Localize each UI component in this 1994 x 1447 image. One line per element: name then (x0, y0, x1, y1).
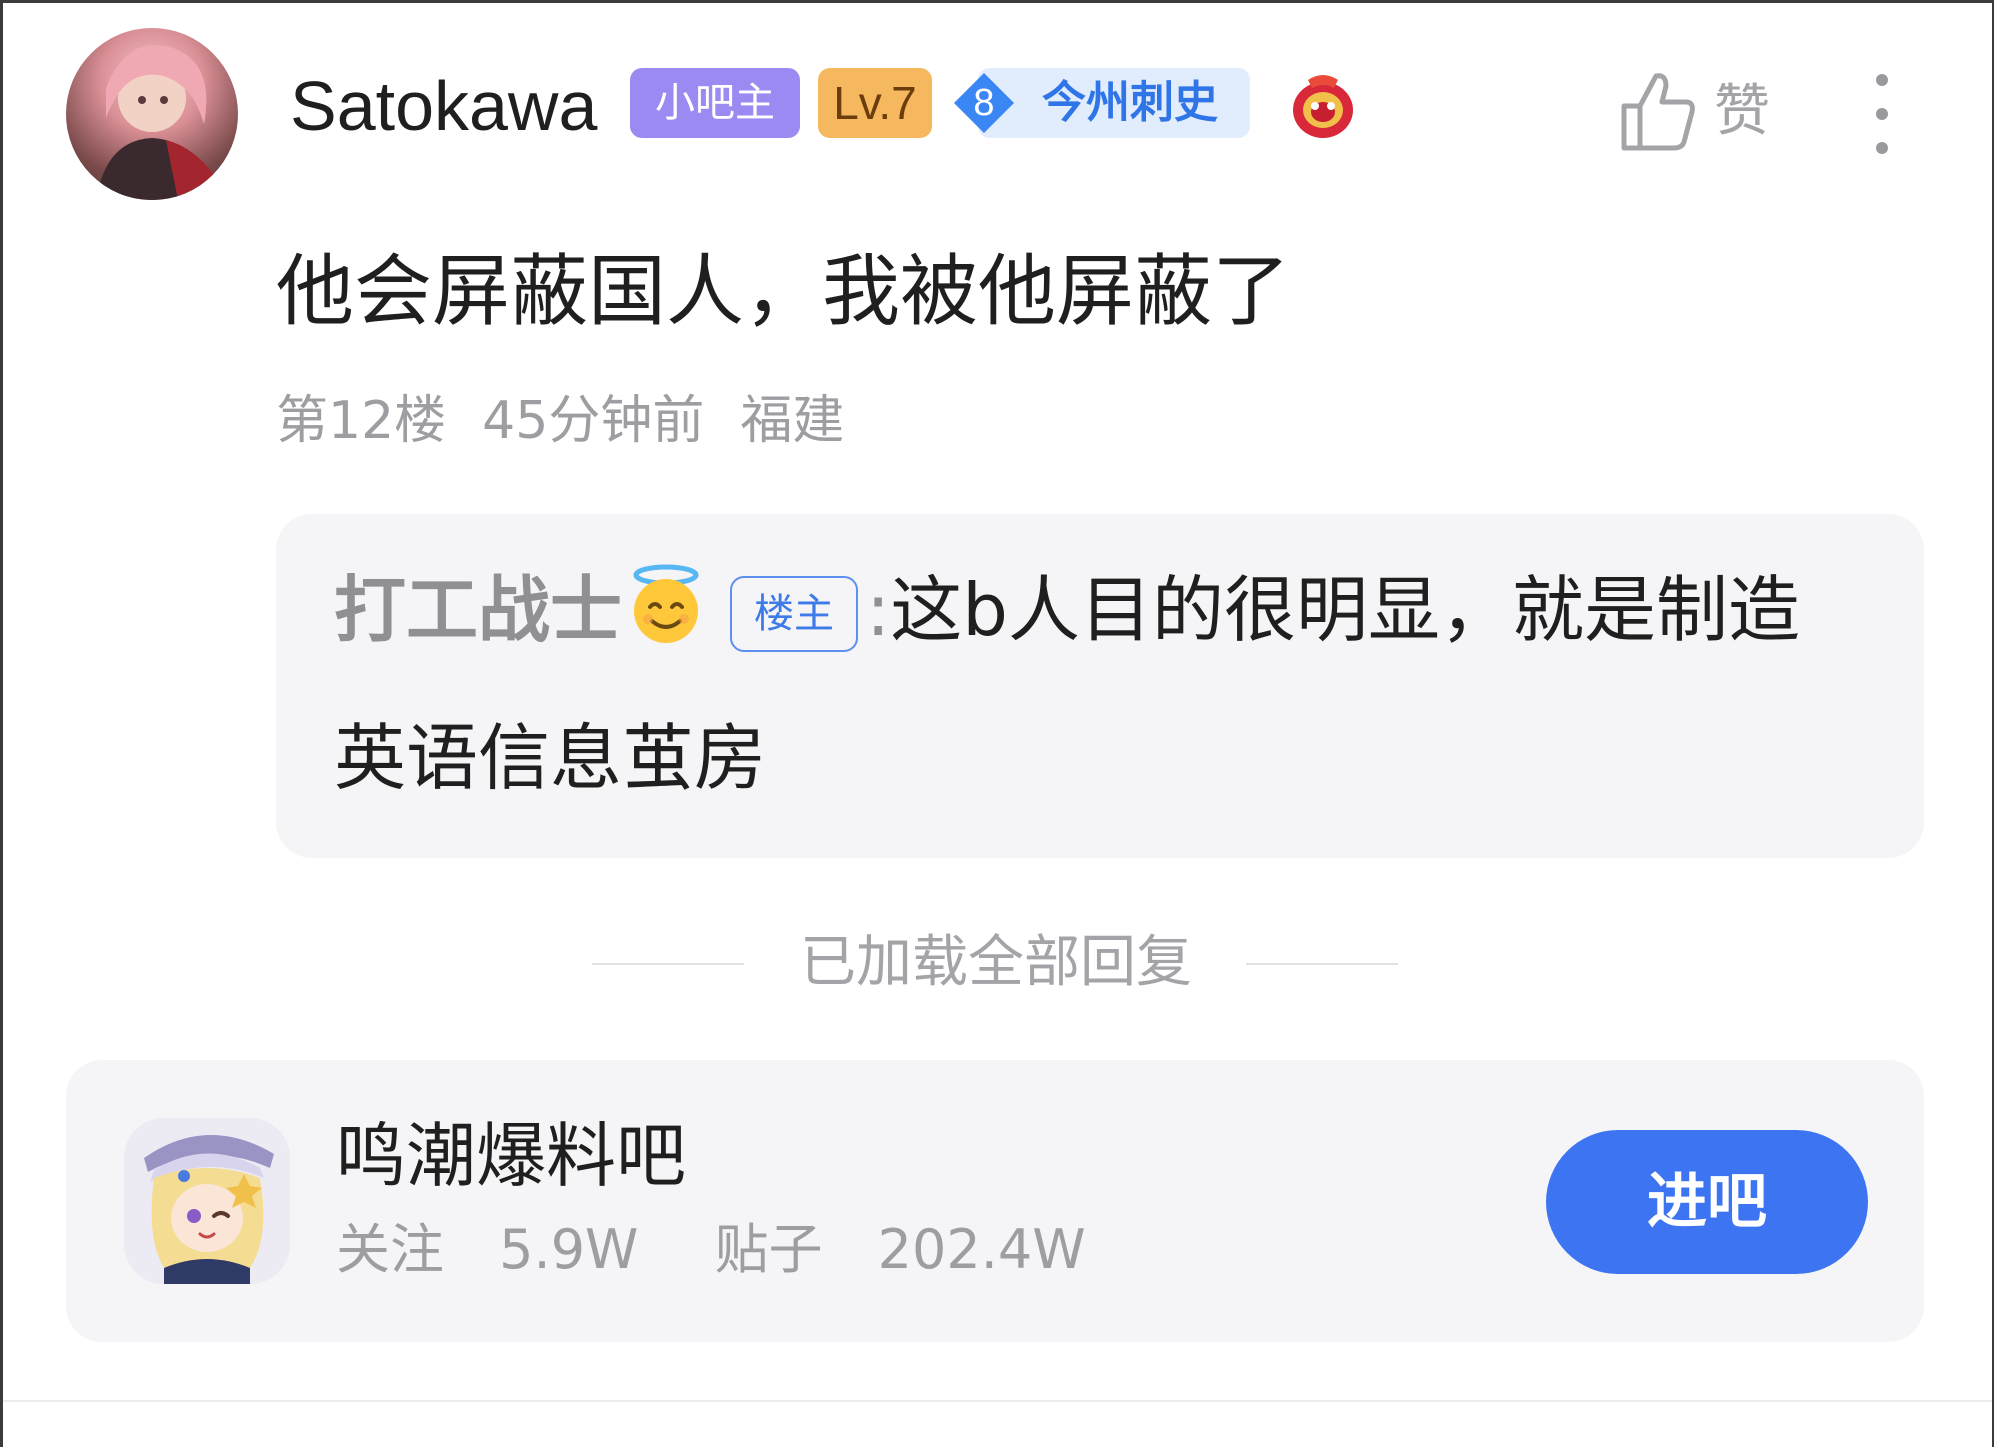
quote-content-line2: 英语信息茧房 (334, 716, 767, 800)
quote-colon: : (866, 568, 891, 652)
thumbs-up-icon (1621, 73, 1695, 151)
quote-first-line: 打工战士 楼主:这b人目的很明显，就是制造 (334, 560, 1800, 660)
admin-badge: 小吧主 (630, 68, 800, 138)
post-location: 福建 (740, 391, 845, 451)
forum-card[interactable]: 鸣潮爆料吧 关注 5.9W 贴子 202.4W 进吧 (66, 1060, 1924, 1342)
forum-avatar[interactable] (124, 1118, 290, 1284)
quote-content-line1: 这b人目的很明显，就是制造 (890, 568, 1800, 652)
follow-count: 5.9W (499, 1218, 639, 1281)
post-time: 45分钟前 (482, 391, 705, 451)
honor-level-number: 8 (973, 82, 995, 124)
honor-title-text: 今州刺史 (1042, 77, 1218, 128)
user-avatar[interactable] (66, 28, 238, 200)
like-button[interactable]: 赞 (1614, 66, 1804, 156)
window-frame-top (0, 0, 1994, 3)
bottom-divider (3, 1400, 1992, 1402)
all-replies-loaded-text: 已加载全部回复 (800, 930, 1192, 995)
enter-forum-button[interactable]: 进吧 (1546, 1130, 1868, 1274)
forum-name[interactable]: 鸣潮爆料吧 (336, 1108, 686, 1204)
floor-number: 第12楼 (276, 391, 447, 451)
posts-count: 202.4W (877, 1218, 1086, 1281)
posts-label: 贴子 (714, 1218, 823, 1281)
smiling-face-with-halo-icon (633, 564, 699, 643)
post-text: 他会屏蔽国人，我被他屏蔽了 (276, 247, 1291, 337)
like-label: 赞 (1714, 79, 1770, 144)
follow-stat: 关注 5.9W (336, 1218, 676, 1281)
quoted-reply[interactable]: 打工战士 楼主:这b人目的很明显，就是制造 英语信息茧房 (276, 514, 1924, 858)
honor-title-badge: 8 今州刺史 (954, 68, 1250, 138)
post-meta: 第12楼 45分钟前 福建 (276, 386, 880, 456)
divider-left (592, 963, 744, 965)
forum-stats: 关注 5.9W 贴子 202.4W (336, 1210, 1162, 1290)
quote-author[interactable]: 打工战士 (334, 568, 622, 652)
op-badge: 楼主 (730, 576, 859, 652)
posts-stat: 贴子 202.4W (714, 1218, 1123, 1281)
festive-lion-badge-icon (1290, 70, 1356, 140)
divider-right (1246, 963, 1398, 965)
more-options-icon[interactable] (1862, 70, 1902, 156)
window-frame-left (0, 0, 3, 1447)
username[interactable]: Satokawa (290, 64, 597, 148)
level-badge: Lv.7 (818, 68, 932, 138)
follow-label: 关注 (336, 1218, 444, 1281)
